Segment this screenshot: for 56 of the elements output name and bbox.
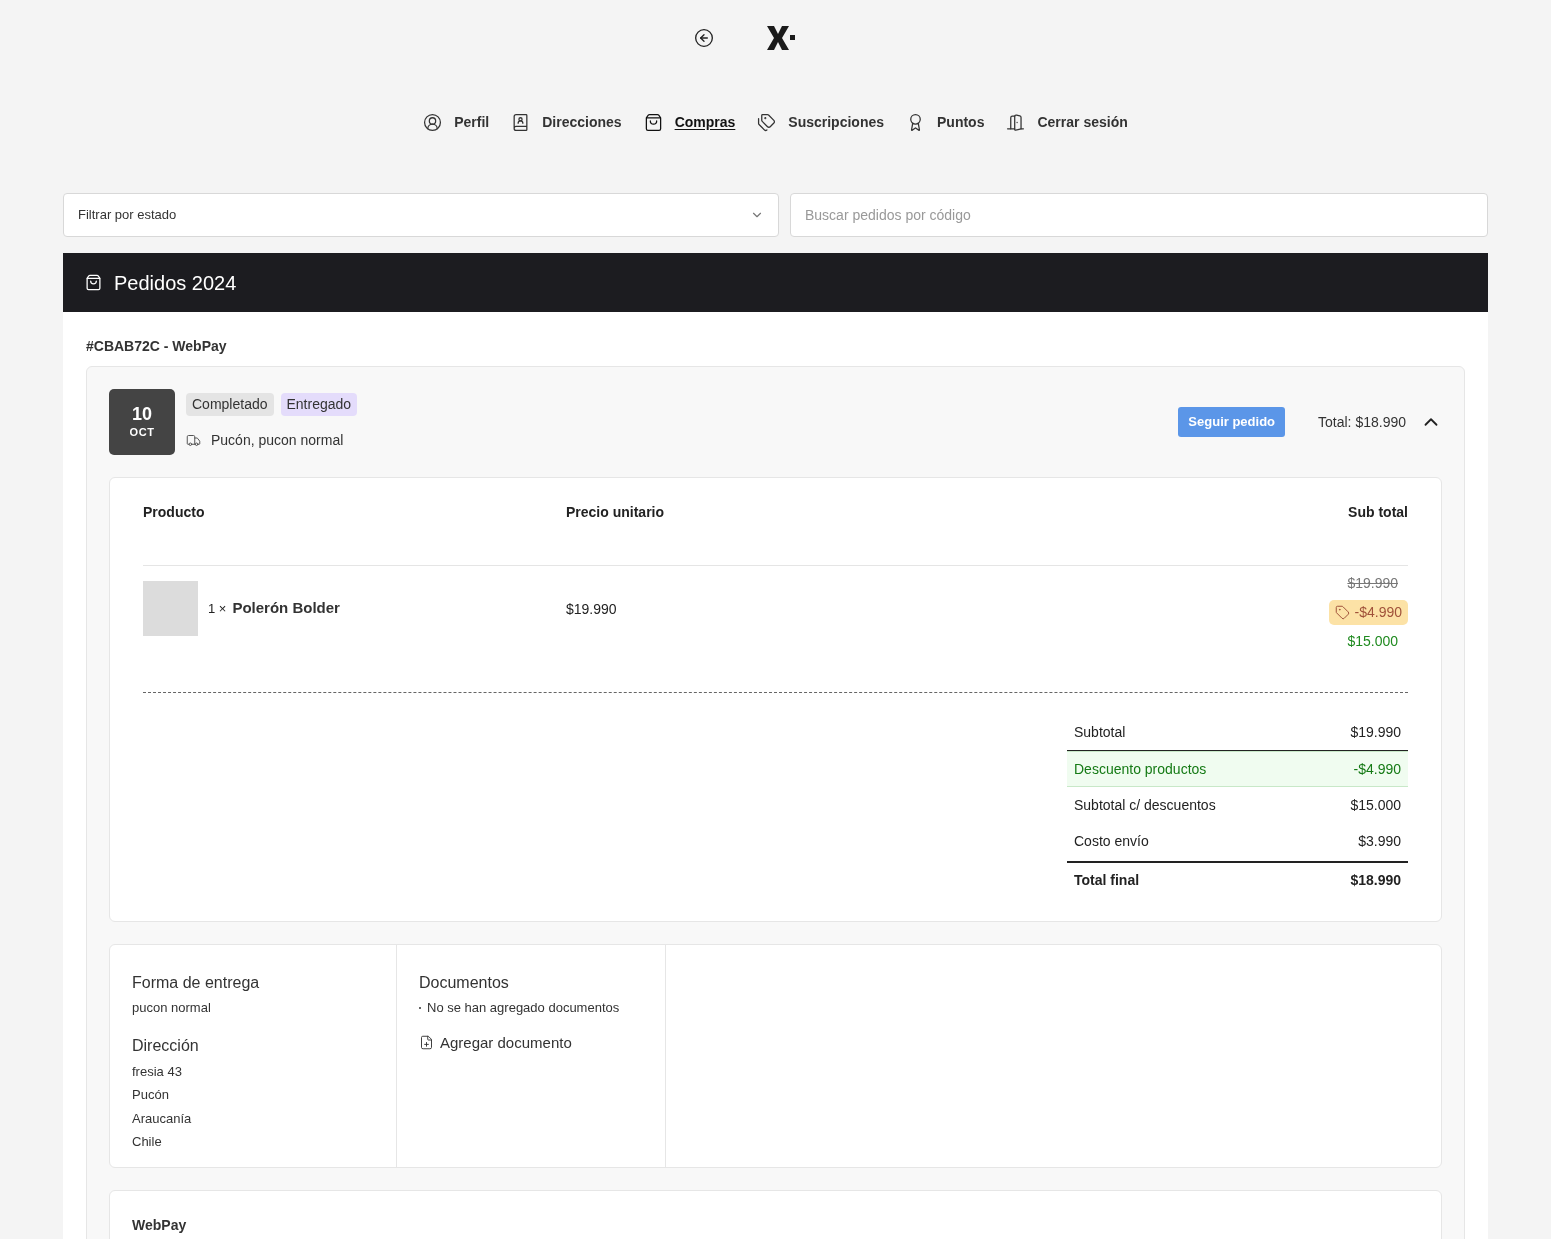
column-header: Sub total: [1348, 503, 1408, 522]
tags-icon: [757, 113, 777, 132]
summary-value: $15.000: [1350, 795, 1401, 815]
nav-link[interactable]: Perfil: [423, 112, 490, 133]
product-quantity: 1 ×: [208, 599, 227, 618]
unit-price: $19.990: [566, 600, 617, 619]
nav-link[interactable]: Compras: [643, 112, 736, 133]
add-document-link[interactable]: Agregar documento: [419, 1031, 643, 1054]
discount-badge: -$4.990: [1328, 600, 1408, 625]
status-filter-select[interactable]: Filtrar por estado: [63, 193, 779, 237]
shopping-bag-icon: [643, 113, 663, 132]
summary-value: $3.990: [1358, 831, 1401, 851]
summary-label: Subtotal: [1074, 723, 1126, 742]
final-price: $15.000: [1347, 632, 1398, 651]
address-line: Pucón: [132, 1086, 170, 1104]
product-photo-placeholder: [143, 581, 198, 636]
file-plus-icon: [419, 1035, 434, 1051]
summary-value: -$4.990: [1353, 759, 1401, 779]
status-badge: Entregado: [280, 393, 358, 416]
product-name: Polerón Bolder: [232, 598, 340, 619]
section-title: Pedidos 2024: [114, 270, 237, 296]
date-day: 10: [132, 403, 152, 424]
summary-label: Costo envío: [1074, 831, 1149, 851]
address-line: Araucanía: [132, 1109, 193, 1128]
order-total: Total: $18.990: [1318, 412, 1406, 432]
delivery-method: pucon normal: [132, 999, 212, 1017]
back-icon[interactable]: [693, 28, 714, 48]
user-icon: [423, 113, 443, 132]
documents-empty-text: No se han agregado documentos: [427, 999, 620, 1017]
truck-icon: [186, 433, 201, 448]
column-header: Precio unitario: [566, 503, 665, 522]
documents-title: Documentos: [419, 973, 510, 993]
summary-label: Total final: [1074, 870, 1140, 890]
payment-title: WebPay: [132, 1216, 188, 1235]
nav-link[interactable]: Suscripciones: [757, 112, 884, 133]
address-line: fresia 43: [132, 1062, 183, 1081]
column-header: Producto: [143, 503, 206, 522]
summary-label: Descuento productos: [1074, 759, 1207, 779]
nav-link[interactable]: Puntos: [906, 112, 985, 133]
nav-link[interactable]: Cerrar sesión: [1006, 112, 1128, 133]
shopping-bag-icon: [85, 274, 102, 291]
address-line: Chile: [132, 1133, 163, 1151]
date-month: OCT: [129, 424, 155, 440]
summary-label: Subtotal c/ descuentos: [1074, 795, 1216, 815]
shipping-text: Pucón, pucon normal: [211, 431, 344, 450]
address-title: Dirección: [132, 1035, 200, 1056]
summary-value: $19.990: [1350, 723, 1401, 742]
nav-link[interactable]: Direcciones: [511, 112, 622, 133]
order-reference: #CBAB72C - WebPay: [86, 337, 228, 356]
door-icon: [1006, 113, 1026, 132]
search-field[interactable]: Buscar pedidos por código: [790, 193, 1488, 237]
delivery-title: Forma de entrega: [132, 973, 261, 993]
status-badge: Completado: [186, 393, 274, 416]
original-price: $19.990: [1347, 574, 1398, 593]
summary-value: $18.990: [1350, 870, 1401, 890]
tag-icon: [1334, 605, 1350, 620]
